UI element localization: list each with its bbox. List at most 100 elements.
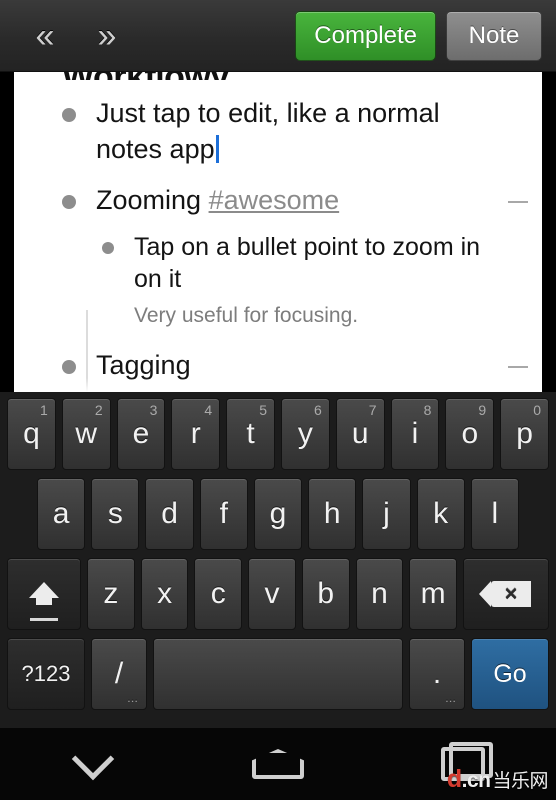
key-e[interactable]: 3e	[116, 398, 166, 470]
key-label: h	[323, 497, 341, 530]
key-label: f	[219, 497, 228, 530]
phone-screen: « » Complete Note Workflowy Just tap to …	[0, 0, 556, 800]
key-label: m	[420, 577, 446, 610]
nav-home-button[interactable]	[218, 749, 338, 779]
backspace-key[interactable]: ✕	[463, 558, 550, 630]
bullet-icon[interactable]	[102, 241, 114, 254]
key-n[interactable]: n	[355, 558, 404, 630]
collapse-handle-icon[interactable]	[508, 365, 528, 368]
key-label: j	[383, 497, 390, 530]
zoom-out-back-icon[interactable]: «	[14, 19, 76, 53]
key-number: 3	[149, 402, 158, 418]
key-label: t	[246, 417, 255, 450]
app-toolbar: « » Complete Note	[0, 0, 556, 72]
key-label: u	[351, 417, 369, 450]
key-number: 0	[533, 402, 541, 418]
outline-document[interactable]: Workflowy Just tap to edit, like a norma…	[14, 72, 542, 392]
key-t[interactable]: 5t	[226, 398, 275, 470]
key-c[interactable]: c	[194, 558, 243, 630]
key-label: Go	[493, 659, 527, 688]
key-z[interactable]: z	[86, 558, 135, 630]
key-label: c	[210, 577, 226, 610]
key-h[interactable]: h	[308, 478, 357, 550]
note-button[interactable]: Note	[446, 10, 542, 61]
backspace-icon: ✕	[479, 581, 532, 607]
key-u[interactable]: 7u	[335, 398, 385, 470]
key-label: p	[516, 417, 533, 450]
key-label: i	[411, 417, 419, 450]
symbols-key[interactable]: ?123	[7, 638, 85, 710]
key-label: n	[371, 577, 388, 610]
list-item[interactable]: Zooming #awesome	[62, 183, 542, 219]
keyboard-row-2: a s d f g h j k l	[4, 478, 552, 550]
list-item[interactable]: Tap on a bullet point to zoom in on it	[102, 231, 542, 296]
list-item-text[interactable]: Just tap to edit, like a normal notes ap…	[96, 96, 476, 167]
key-w[interactable]: 2w	[61, 398, 111, 470]
key-sublabel: ...	[127, 690, 138, 705]
key-number: 9	[478, 402, 487, 418]
key-sublabel: ...	[445, 690, 456, 705]
key-j[interactable]: j	[362, 478, 411, 550]
key-s[interactable]: s	[91, 478, 140, 550]
slash-key[interactable]: /...	[91, 638, 147, 710]
bullet-icon[interactable]	[62, 195, 76, 210]
key-v[interactable]: v	[248, 558, 296, 630]
soft-keyboard[interactable]: 1q 2w 3e 4r 5t 6y 7u 8i 9o 0p a s d f g …	[0, 392, 556, 728]
period-key[interactable]: ....	[409, 638, 465, 710]
key-r[interactable]: 4r	[171, 398, 221, 470]
key-k[interactable]: k	[416, 478, 465, 550]
collapse-handle-icon[interactable]	[508, 201, 528, 204]
go-key[interactable]: Go	[471, 638, 549, 710]
key-label: q	[23, 417, 40, 450]
zoom-in-forward-icon[interactable]: »	[76, 19, 138, 53]
list-item-label: Just tap to edit, like a normal notes ap…	[96, 98, 440, 164]
shift-stem-icon	[35, 594, 52, 605]
hashtag-link[interactable]: #awesome	[209, 185, 340, 215]
key-number: 4	[204, 402, 213, 418]
key-d[interactable]: d	[145, 478, 194, 550]
key-number: 5	[259, 402, 267, 418]
key-l[interactable]: l	[470, 478, 519, 550]
key-label: v	[264, 577, 280, 610]
list-item-note[interactable]: Very useful for focusing.	[134, 304, 542, 328]
page-title: Workflowy	[62, 72, 542, 80]
backspace-x-glyph: ✕	[503, 584, 519, 604]
bullet-icon[interactable]	[62, 359, 76, 374]
content-fade	[14, 378, 542, 392]
nav-back-button[interactable]	[33, 737, 153, 781]
text-caret	[215, 134, 219, 163]
key-y[interactable]: 6y	[281, 398, 330, 470]
key-m[interactable]: m	[409, 558, 458, 630]
home-icon	[251, 749, 304, 779]
space-key[interactable]	[153, 638, 403, 710]
key-label: r	[190, 417, 201, 450]
key-p[interactable]: 0p	[500, 398, 549, 470]
key-label: x	[157, 577, 173, 610]
list-item-text[interactable]: Tap on a bullet point to zoom in on it	[134, 231, 494, 296]
key-number: 2	[94, 402, 103, 418]
key-x[interactable]: x	[140, 558, 189, 630]
key-label: g	[269, 497, 287, 530]
key-label: k	[433, 497, 449, 530]
shift-key[interactable]	[6, 558, 81, 630]
key-i[interactable]: 8i	[390, 398, 440, 470]
key-label: ?123	[21, 661, 71, 686]
key-o[interactable]: 9o	[445, 398, 495, 470]
key-q[interactable]: 1q	[7, 398, 56, 470]
key-label: a	[52, 497, 70, 530]
watermark: d .cn 当乐网	[447, 765, 549, 794]
key-g[interactable]: g	[253, 478, 303, 550]
key-f[interactable]: f	[199, 478, 248, 550]
list-item[interactable]: Just tap to edit, like a normal notes ap…	[62, 96, 542, 167]
key-a[interactable]: a	[37, 478, 86, 550]
system-navigation-bar: d .cn 当乐网	[0, 728, 556, 800]
key-b[interactable]: b	[301, 558, 350, 630]
bullet-icon[interactable]	[62, 108, 76, 122]
list-item-text[interactable]: Zooming #awesome	[96, 183, 339, 219]
key-label: l	[491, 497, 499, 530]
complete-button[interactable]: Complete	[295, 10, 436, 61]
key-label: d	[161, 497, 178, 530]
shift-underline-icon	[29, 618, 58, 621]
key-label: z	[103, 577, 119, 610]
keyboard-row-3: z x c v b n m ✕	[4, 558, 552, 630]
